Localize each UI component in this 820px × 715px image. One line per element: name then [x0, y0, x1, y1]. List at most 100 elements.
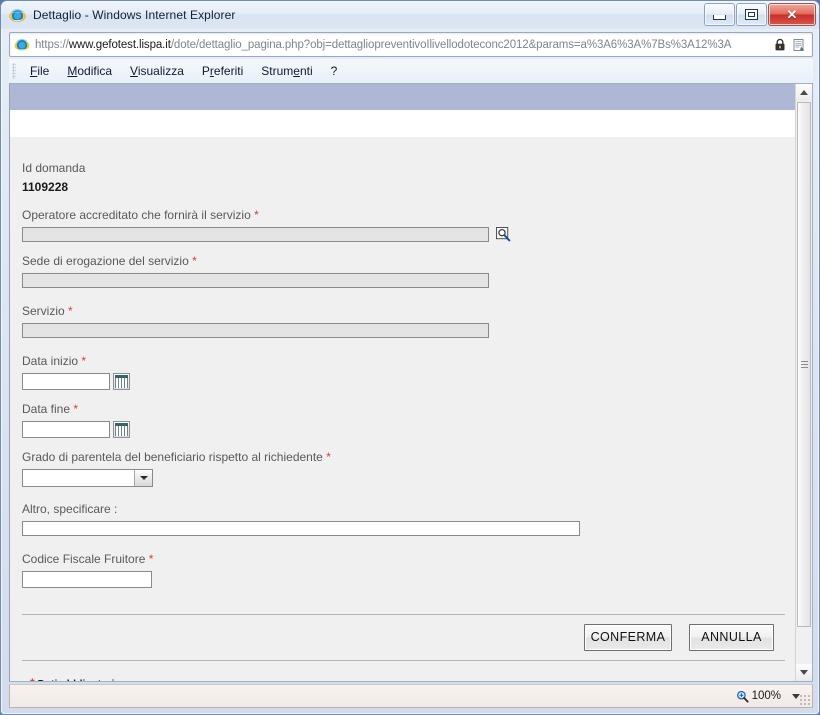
field-servizio: Servizio *: [22, 304, 796, 352]
menu-item-preferiti[interactable]: Preferiti: [193, 62, 252, 80]
label-data-inizio: Data inizio *: [22, 354, 796, 369]
operatore-input[interactable]: [22, 227, 489, 242]
grado-parentela-select[interactable]: [22, 469, 153, 487]
scroll-up-arrow-icon[interactable]: [796, 84, 812, 101]
address-bar[interactable]: https://www.gefotest.lispa.it/dote/detta…: [9, 32, 813, 57]
menu-bar: File Modifica Visualizza Preferiti Strum…: [9, 59, 813, 83]
calendar-picker-icon[interactable]: [113, 421, 130, 438]
servizio-input[interactable]: [22, 323, 489, 338]
field-id-domanda: Id domanda 1109228: [22, 161, 796, 195]
address-bar-row: https://www.gefotest.lispa.it/dote/detta…: [9, 32, 813, 57]
browser-viewport: Id domanda 1109228 Operatore accreditato…: [9, 83, 813, 682]
lock-icon[interactable]: [774, 38, 786, 51]
grado-parentela-selected-value: [23, 470, 134, 486]
label-operatore-text: Operatore accreditato che fornirà il ser…: [22, 208, 251, 222]
menu-item-visualizza-accesskey: V: [130, 64, 138, 78]
menu-item-help[interactable]: ?: [322, 62, 347, 80]
menu-item-file-label: ile: [37, 64, 50, 78]
zoom-magnifier-icon: [736, 690, 749, 702]
data-inizio-input[interactable]: [22, 373, 110, 390]
menu-item-strumenti-prefix: Strum: [261, 64, 294, 78]
menu-item-file[interactable]: File: [21, 62, 58, 80]
required-fields-note: * Dati obbligatori: [10, 661, 796, 682]
status-bar: 100%: [9, 684, 813, 708]
required-marker: *: [30, 676, 35, 682]
close-button[interactable]: ✕: [768, 3, 816, 26]
label-id-domanda: Id domanda: [22, 161, 86, 175]
annulla-button[interactable]: ANNULLA: [689, 624, 774, 651]
field-sede: Sede di erogazione del servizio *: [22, 254, 796, 302]
label-sede-text: Sede di erogazione del servizio: [22, 254, 189, 268]
label-codice-fiscale: Codice Fiscale Fruitore *: [22, 552, 796, 567]
calendar-picker-icon[interactable]: [113, 373, 130, 390]
required-marker: *: [148, 552, 154, 566]
label-servizio-text: Servizio: [22, 304, 65, 318]
required-marker: *: [326, 450, 331, 464]
url-scheme: https://: [35, 38, 69, 51]
menu-item-visualizza[interactable]: Visualizza: [121, 62, 193, 80]
internet-explorer-logo-icon: [9, 8, 26, 22]
required-fields-note-text: Dati obbligatori: [38, 678, 115, 681]
label-codice-fiscale-text: Codice Fiscale Fruitore: [22, 552, 146, 566]
menu-item-modifica[interactable]: Modifica: [58, 62, 121, 80]
label-data-fine-text: Data fine: [22, 402, 71, 416]
menu-item-strumenti-label: nti: [299, 64, 313, 78]
label-grado-parentela-text: Grado di parentela del beneficiario risp…: [22, 450, 323, 464]
codice-fiscale-input[interactable]: [22, 571, 152, 588]
required-marker: *: [81, 354, 87, 368]
conferma-button[interactable]: CONFERMA: [584, 624, 672, 651]
internet-explorer-window: Dettaglio - Windows Internet Explorer ✕: [0, 0, 820, 715]
sede-input[interactable]: [22, 273, 489, 288]
label-data-inizio-text: Data inizio: [22, 354, 79, 368]
field-altro: Altro, specificare :: [22, 502, 796, 550]
search-magnifier-icon[interactable]: [496, 227, 511, 242]
address-bar-icons: [774, 38, 812, 52]
scroll-down-arrow-icon[interactable]: [796, 664, 812, 681]
menu-item-help-label: ?: [330, 64, 338, 78]
menu-drag-handle[interactable]: [12, 63, 16, 79]
scrollbar-grip-icon: [801, 360, 808, 369]
label-data-fine: Data fine *: [22, 402, 796, 417]
page-header-banner: [10, 84, 796, 110]
minimize-button[interactable]: [704, 3, 735, 26]
menu-item-modifica-label: odifica: [77, 64, 113, 78]
field-operatore: Operatore accreditato che fornirà il ser…: [22, 208, 796, 242]
field-data-fine: Data fine *: [22, 402, 796, 438]
required-marker: *: [68, 304, 73, 318]
data-inizio-input-row: [22, 373, 796, 390]
zoom-level-label: 100%: [751, 690, 781, 702]
maximize-icon: [737, 4, 766, 25]
field-codice-fiscale: Codice Fiscale Fruitore *: [22, 552, 796, 588]
maximize-button[interactable]: [736, 3, 767, 26]
page-header-spacer: [10, 110, 796, 137]
field-grado-parentela: Grado di parentela del beneficiario risp…: [22, 450, 796, 500]
minimize-icon: [705, 4, 734, 25]
menu-item-visualizza-label: isualizza: [137, 64, 184, 78]
label-sede: Sede di erogazione del servizio *: [22, 254, 796, 269]
menu-item-preferiti-prefix: P: [201, 64, 210, 78]
page-vertical-scrollbar[interactable]: [795, 84, 812, 681]
value-id-domanda: 1109228: [22, 180, 69, 194]
resize-grip-icon[interactable]: [799, 694, 811, 706]
scrollbar-thumb[interactable]: [797, 102, 811, 627]
form-actions: CONFERMA ANNULLA: [10, 615, 796, 660]
label-grado-parentela: Grado di parentela del beneficiario risp…: [22, 450, 796, 465]
compatibility-view-icon[interactable]: [792, 38, 806, 52]
chevron-down-icon[interactable]: [134, 470, 152, 486]
data-fine-input[interactable]: [22, 421, 110, 438]
data-fine-input-row: [22, 421, 796, 438]
menu-item-strumenti[interactable]: Strumenti: [252, 62, 321, 80]
url-host: www.gefotest.lispa.it: [68, 38, 171, 51]
title-bar-left: Dettaglio - Windows Internet Explorer: [9, 5, 235, 25]
title-bar: Dettaglio - Windows Internet Explorer ✕: [1, 1, 819, 29]
url-path: /dote/dettaglio_pagina.php?obj=dettaglio…: [170, 38, 732, 51]
label-altro: Altro, specificare :: [22, 502, 118, 516]
altro-input[interactable]: [22, 521, 580, 536]
close-icon: ✕: [786, 6, 798, 22]
required-marker: *: [254, 208, 259, 222]
required-marker: *: [73, 402, 79, 416]
